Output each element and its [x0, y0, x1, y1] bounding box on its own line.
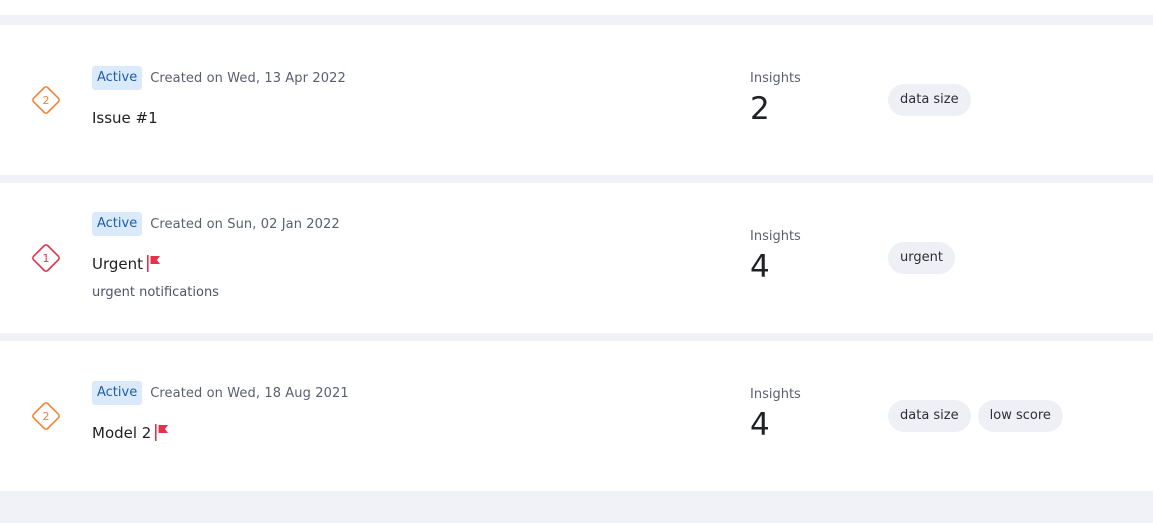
insights-label: Insights: [750, 387, 801, 402]
insights-count: 2: [750, 91, 770, 127]
tag[interactable]: data size: [888, 400, 971, 432]
issue-title[interactable]: Issue #1: [92, 109, 158, 127]
tag[interactable]: data size: [888, 84, 971, 116]
status-badge: Active: [92, 381, 143, 405]
created-date: Created on Sun, 02 Jan 2022: [150, 216, 340, 232]
insights-count: 4: [750, 407, 770, 443]
issue-card[interactable]: 1 Active Created on Sun, 02 Jan 2022 Urg…: [0, 183, 1153, 333]
issue-title[interactable]: Urgent: [92, 255, 143, 273]
flag-icon: [146, 254, 162, 274]
severity-level: 1: [43, 252, 50, 265]
issue-card[interactable]: 2 Active Created on Wed, 13 Apr 2022 Iss…: [0, 25, 1153, 175]
issue-meta: Active Created on Wed, 18 Aug 2021: [92, 380, 349, 406]
tag[interactable]: urgent: [888, 242, 955, 274]
tag-list: urgent: [888, 242, 955, 274]
flag-icon: [154, 423, 170, 443]
tag-list: data size: [888, 84, 971, 116]
severity-icon: 2: [31, 401, 61, 431]
issue-title[interactable]: Model 2: [92, 424, 151, 442]
issue-title-row: Urgent: [92, 253, 162, 275]
status-badge: Active: [92, 66, 143, 90]
issue-description: urgent notifications: [92, 285, 219, 300]
insights-label: Insights: [750, 229, 801, 244]
tag-list: data size low score: [888, 400, 1063, 432]
issue-title-row: Issue #1: [92, 107, 158, 129]
severity-level: 2: [43, 410, 50, 423]
insights-count: 4: [750, 249, 770, 285]
issue-title-row: Model 2: [92, 422, 170, 444]
issue-card[interactable]: 2 Active Created on Wed, 18 Aug 2021 Mod…: [0, 341, 1153, 491]
tag[interactable]: low score: [977, 400, 1063, 432]
issue-list: 2 Active Created on Wed, 13 Apr 2022 Iss…: [0, 0, 1153, 523]
insights-label: Insights: [750, 71, 801, 86]
severity-level: 2: [43, 94, 50, 107]
issue-meta: Active Created on Wed, 13 Apr 2022: [92, 65, 346, 91]
severity-icon: 2: [31, 85, 61, 115]
created-date: Created on Wed, 18 Aug 2021: [150, 385, 349, 401]
created-date: Created on Wed, 13 Apr 2022: [150, 70, 346, 86]
status-badge: Active: [92, 212, 143, 236]
issue-meta: Active Created on Sun, 02 Jan 2022: [92, 211, 340, 237]
severity-icon: 1: [31, 243, 61, 273]
issue-card-partial: [0, 0, 1153, 15]
